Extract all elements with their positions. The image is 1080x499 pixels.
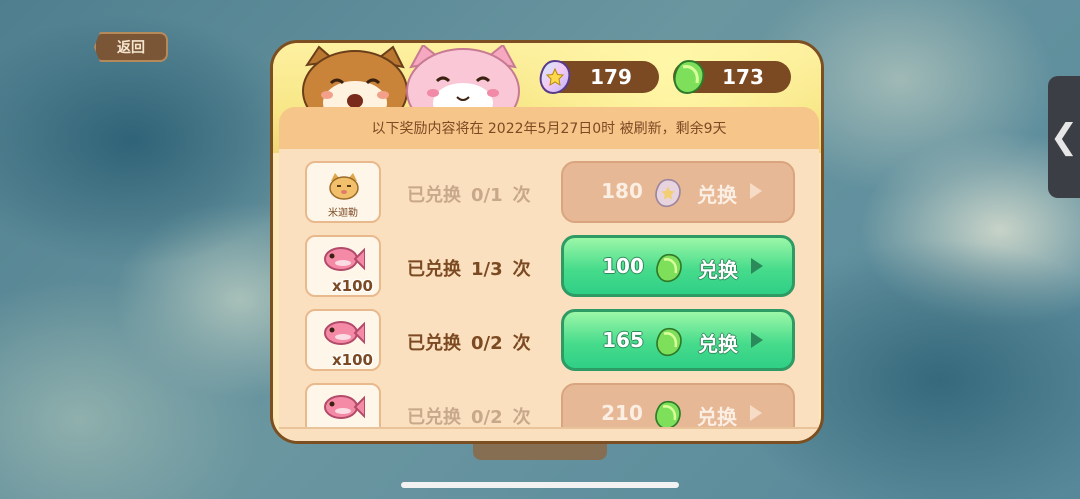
- back-button[interactable]: 返回: [94, 32, 168, 62]
- play-arrow-icon: [750, 183, 762, 199]
- redeem-price: 165: [602, 328, 644, 352]
- reward-item-slot[interactable]: 米迦勒: [305, 161, 381, 223]
- green-gem-icon: [656, 253, 682, 283]
- redeem-label: 兑换: [697, 405, 737, 429]
- redeemed-count: 已兑换 1/3 次: [407, 259, 531, 280]
- pink-fish-icon: [324, 395, 365, 419]
- reward-item-slot[interactable]: x100: [305, 383, 381, 429]
- rainbow-star-gem-icon: [655, 178, 681, 208]
- cat-figure-icon: [329, 173, 359, 200]
- redeem-button[interactable]: 210 兑换: [561, 383, 795, 429]
- pink-cat-mascot-icon: [406, 45, 520, 115]
- chevron-left-icon: ❮: [1049, 117, 1079, 157]
- play-arrow-icon: [751, 258, 763, 274]
- redeem-price: 210: [601, 401, 643, 425]
- home-indicator[interactable]: [401, 482, 679, 488]
- green-gem-icon: [656, 327, 682, 357]
- redeem-button[interactable]: 165 兑换: [561, 309, 795, 371]
- redeem-label: 兑换: [698, 258, 738, 282]
- reward-item-slot[interactable]: x100: [305, 235, 381, 297]
- redeem-button[interactable]: 100 兑换: [561, 235, 795, 297]
- side-panel-toggle[interactable]: ❮: [1048, 76, 1080, 198]
- redeemed-count: 已兑换 0/2 次: [407, 333, 531, 354]
- pink-fish-icon: [324, 321, 365, 345]
- pink-fish-icon: [324, 247, 365, 271]
- green-gem-icon: [673, 59, 705, 95]
- redeemed-count: 已兑换 0/1 次: [407, 185, 531, 206]
- reward-list[interactable]: 米迦勒 已兑换 0/1 次 180 兑换 x100 已兑换 1/3 次 100 …: [279, 149, 819, 429]
- rainbow-star-gem-icon: [539, 59, 571, 95]
- reward-item-slot[interactable]: x100: [305, 309, 381, 371]
- reward-item-name: 米迦勒: [328, 208, 358, 219]
- redeem-price: 100: [602, 254, 644, 278]
- reward-row: x100 已兑换 1/3 次 100 兑换: [279, 235, 819, 299]
- redeemed-count: 已兑换 0/2 次: [407, 407, 531, 428]
- redeem-label: 兑换: [697, 183, 737, 207]
- redeem-button[interactable]: 180 兑换: [561, 161, 795, 223]
- panel-header-banner: 179 173 以下奖励内容将在 2022年5月27日0时 被刷新，剩余9天: [273, 43, 821, 153]
- reward-row: x100 已兑换0/2次 210 兑换: [279, 383, 819, 429]
- orange-cat-mascot-icon: [302, 45, 408, 115]
- redeem-label: 兑换: [698, 332, 738, 356]
- reward-row: 米迦勒 已兑换 0/1 次 180 兑换: [279, 161, 819, 225]
- green-gem-icon: [655, 400, 681, 429]
- exchange-shop-panel: 179 173 以下奖励内容将在 2022年5月27日0时 被刷新，剩余9天 米…: [270, 40, 824, 444]
- play-arrow-icon: [751, 332, 763, 348]
- reward-item-quantity: x100: [332, 351, 373, 369]
- refresh-notice: 以下奖励内容将在 2022年5月27日0时 被刷新，剩余9天: [279, 107, 819, 149]
- reward-row: x100 已兑换 0/2 次 165 兑换: [279, 309, 819, 373]
- list-bottom-border: [279, 427, 819, 441]
- redeem-price: 180: [601, 179, 643, 203]
- play-arrow-icon: [750, 405, 762, 421]
- reward-item-quantity: x100: [332, 277, 373, 295]
